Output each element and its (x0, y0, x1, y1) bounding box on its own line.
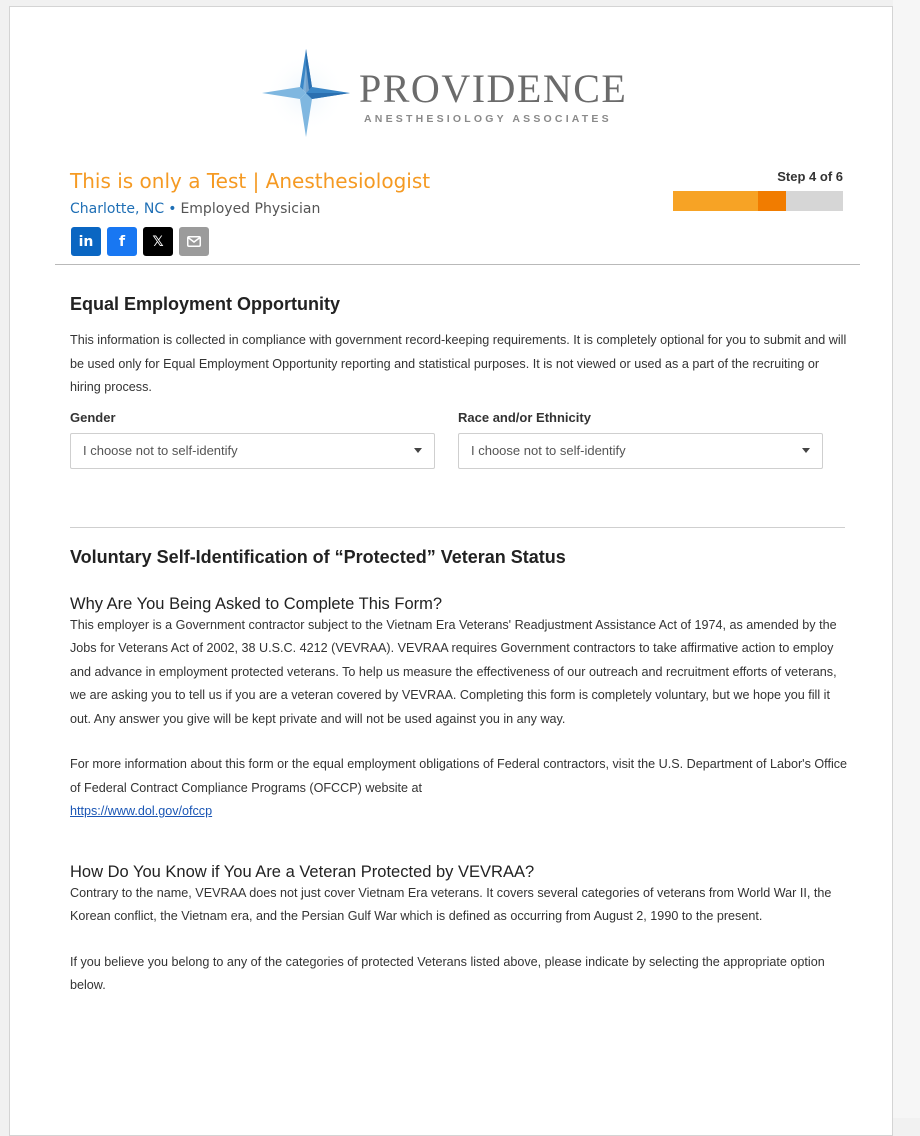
job-location-link[interactable]: Charlotte, NC (70, 201, 164, 217)
progress-bar (673, 191, 843, 211)
linkedin-icon: in (78, 233, 94, 250)
share-x-button[interactable]: 𝕏 (143, 227, 173, 256)
share-facebook-button[interactable]: f (107, 227, 137, 256)
application-card: PROVIDENCE ANESTHESIOLOGY ASSOCIATES Thi… (9, 6, 893, 1136)
how-text: Contrary to the name, VEVRAA does not ju… (70, 885, 832, 924)
section-divider (70, 526, 845, 528)
company-logo: PROVIDENCE ANESTHESIOLOGY ASSOCIATES (260, 47, 660, 142)
job-title: This is only a Test | Anesthesiologist (70, 169, 431, 193)
form-content: Equal Employment Opportunity This inform… (70, 293, 850, 998)
race-label: Race and/or Ethnicity (458, 409, 591, 425)
share-linkedin-button[interactable]: in (71, 227, 101, 256)
more-info-copy: For more information about this form or … (70, 757, 848, 795)
step-indicator: Step 4 of 6 (777, 169, 843, 184)
page-gutter (893, 0, 920, 1118)
x-icon: 𝕏 (152, 233, 164, 250)
gender-label: Gender (70, 409, 116, 425)
ofccp-link[interactable]: https://www.dol.gov/ofccp (70, 804, 212, 818)
believe-text: If you believe you belong to any of the … (70, 954, 825, 993)
facebook-icon: f (118, 233, 126, 250)
logo-wordmark: PROVIDENCE (359, 66, 628, 111)
chevron-down-icon (414, 447, 422, 453)
chevron-down-icon (802, 447, 810, 453)
eeo-intro: This information is collected in complia… (70, 333, 847, 394)
logo-tagline: ANESTHESIOLOGY ASSOCIATES (364, 113, 612, 125)
race-field: Race and/or Ethnicity I choose not to se… (458, 410, 823, 469)
eeo-fields: Gender I choose not to self-identify Rac… (70, 410, 850, 469)
race-selected-value: I choose not to self-identify (471, 443, 626, 458)
veteran-heading: Voluntary Self-Identification of “Protec… (70, 546, 566, 567)
progress-completed (673, 191, 758, 211)
job-meta: Charlotte, NC • Employed Physician (70, 201, 320, 217)
compass-star-icon (262, 49, 350, 137)
header-divider (55, 264, 860, 265)
how-heading: How Do You Know if You Are a Veteran Pro… (70, 862, 535, 881)
job-type: Employed Physician (180, 201, 321, 217)
race-select[interactable]: I choose not to self-identify (458, 432, 823, 469)
gender-select[interactable]: I choose not to self-identify (70, 432, 435, 469)
envelope-icon (187, 236, 201, 247)
why-heading: Why Are You Being Asked to Complete This… (70, 594, 443, 613)
gender-field: Gender I choose not to self-identify (70, 410, 435, 469)
more-info-text: For more information about this form or … (70, 753, 850, 824)
why-text: This employer is a Government contractor… (70, 617, 837, 726)
eeo-heading: Equal Employment Opportunity (70, 294, 341, 314)
share-email-button[interactable] (179, 227, 209, 256)
progress-current-step (758, 191, 787, 211)
share-buttons: in f 𝕏 (71, 227, 209, 256)
meta-separator: • (168, 201, 177, 217)
gender-selected-value: I choose not to self-identify (83, 443, 238, 458)
